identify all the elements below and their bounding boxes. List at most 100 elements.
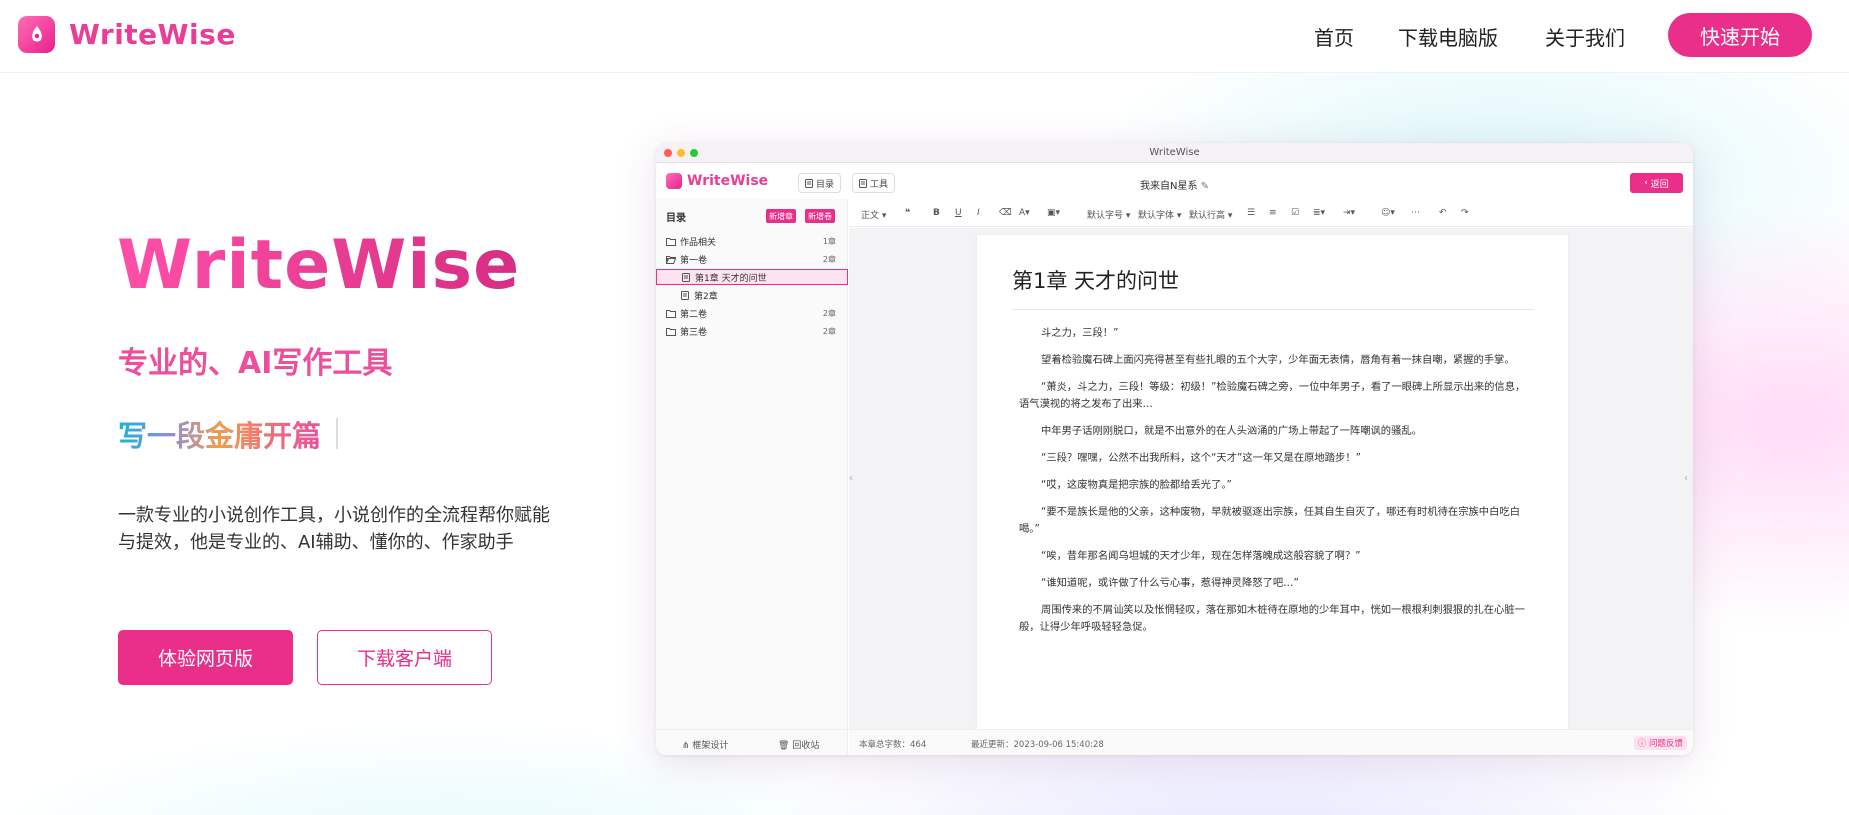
window-titlebar: WriteWise — [656, 143, 1693, 163]
tree-item-chapter-1[interactable]: 第1章 天才的问世 — [656, 269, 848, 285]
nav-download-link[interactable]: 下载电脑版 — [1398, 22, 1498, 51]
file-icon — [681, 290, 689, 300]
tree-item-count: 2章 — [822, 326, 836, 336]
paragraph: “谁知道呢，或许做了什么亏心事，惹得神灵降怒了吧…” — [1041, 577, 1299, 589]
hero-title: WriteWise — [117, 226, 521, 305]
editor-area: 第1章 天才的问世 斗之力，三段！” 望着检验魔石碑上面闪亮得甚至有些扎眼的五个… — [849, 228, 1693, 729]
feedback-label: 问题反馈 — [1648, 739, 1683, 749]
window-title: WriteWise — [1149, 147, 1200, 158]
numbered-list-icon[interactable]: ≡ — [1269, 208, 1277, 218]
paragraph-style-value: 正文 — [861, 211, 880, 221]
redo-icon[interactable]: ↷ — [1461, 208, 1469, 218]
new-volume-button[interactable]: 新增卷 — [805, 209, 835, 223]
quick-start-button[interactable]: 快速开始 — [1668, 13, 1812, 57]
bullet-list-icon[interactable]: ☰ — [1247, 208, 1255, 218]
paragraph: “萧炎，斗之力，三段！等级：初级！”检验魔石碑之旁，一位中年男子，看了一眼碑上所… — [1019, 381, 1526, 410]
chapter-title[interactable]: 第1章 天才的问世 — [1012, 265, 1179, 295]
sidebar-footer: ⋔ 框架设计 🗑 回收站 — [656, 729, 848, 755]
paragraph: 周围传来的不屑讪笑以及怅惘轻叹，落在那如木桩待在原地的少年耳中，恍如一根根利刺狠… — [1019, 604, 1525, 633]
bold-icon[interactable]: B — [933, 208, 940, 218]
divider-icon[interactable]: ⋯ — [1411, 208, 1420, 218]
tree-item-count: 2章 — [822, 308, 836, 318]
checkbox-icon[interactable]: ☑ — [1291, 208, 1299, 218]
try-web-button[interactable]: 体验网页版 — [118, 630, 293, 685]
line-height-value: 默认行高 — [1189, 211, 1226, 221]
tree-item-volume-3[interactable]: 第三卷 2章 — [656, 323, 848, 339]
chapter-sidebar: 目录 新增章 新增卷 作品相关 1章 第一卷 2章 第1章 天才的问世 第2章 … — [656, 199, 848, 755]
italic-icon[interactable]: I — [977, 208, 980, 218]
underline-icon[interactable]: U — [955, 208, 962, 218]
hero-description: 一款专业的小说创作工具，小说创作的全流程帮你赋能与提效，他是专业的、AI辅助、懂… — [118, 505, 550, 553]
site-logo[interactable]: WriteWise — [18, 16, 236, 53]
quote-icon[interactable]: ❝ — [905, 208, 910, 218]
status-bar: 本章总字数：464 最近更新：2023-09-06 15:40:28 ⓘ 问题反… — [849, 729, 1693, 755]
paragraph: “唉，昔年那名闻乌坦城的天才少年，现在怎样落魄成这般容貌了啊？” — [1041, 550, 1361, 562]
logo-text: WriteWise — [69, 18, 236, 51]
align-icon[interactable]: ≣▾ — [1313, 208, 1325, 218]
font-size-select[interactable]: 默认字号 ▾ — [1087, 208, 1130, 221]
paragraph: “三段？嘿嘿，公然不出我所料，这个“天才”这一年又是在原地踏步！” — [1041, 452, 1361, 464]
framework-design-label: 框架设计 — [692, 741, 729, 751]
paragraph: “要不是族长是他的父亲，这种废物，早就被驱逐出宗族，任其自生自灭了，哪还有时机待… — [1019, 506, 1520, 535]
framework-design-button[interactable]: ⋔ 框架设计 — [682, 738, 728, 751]
tree-item-label: 第二卷 — [680, 309, 708, 320]
quill-logo-icon — [18, 16, 55, 53]
tree-item-label: 作品相关 — [680, 237, 717, 248]
tree-item-volume-1[interactable]: 第一卷 2章 — [656, 251, 848, 267]
sidebar-title: 目录 — [666, 213, 686, 224]
edit-pencil-icon[interactable]: ✎ — [1201, 181, 1209, 192]
tree-item-count: 1章 — [822, 236, 836, 246]
tree-item-label: 第一卷 — [680, 255, 708, 266]
eraser-icon[interactable]: ⌫ — [999, 208, 1012, 218]
last-updated: 最近更新：2023-09-06 15:40:28 — [971, 740, 1104, 750]
typing-caret — [336, 418, 338, 449]
nav-home-link[interactable]: 首页 — [1314, 22, 1354, 51]
folder-icon — [666, 309, 676, 318]
hero-subtitle: 专业的、AI写作工具 — [118, 346, 393, 381]
folder-icon — [666, 327, 676, 336]
trash-icon: 🗑 — [778, 741, 790, 751]
collapse-right-icon[interactable]: ‹ — [1684, 473, 1688, 484]
hero-typing-text: 写一段金庸开篇 — [118, 413, 321, 455]
font-family-value: 默认字体 — [1138, 211, 1175, 221]
editor-page[interactable]: 第1章 天才的问世 斗之力，三段！” 望着检验魔石碑上面闪亮得甚至有些扎眼的五个… — [977, 235, 1568, 729]
app-header: WriteWise 目录 工具 我来自N星系 ✎ ‹ 返回 — [656, 163, 1693, 199]
line-height-select[interactable]: 默认行高 ▾ — [1189, 208, 1232, 221]
doc-title[interactable]: 我来自N星系 ✎ — [656, 177, 1693, 192]
back-button[interactable]: ‹ 返回 — [1630, 173, 1683, 193]
tree-item-count: 2章 — [822, 254, 836, 264]
chevron-left-icon: ‹ — [1644, 178, 1648, 188]
app-screenshot-window: WriteWise WriteWise 目录 工具 我来自N星系 ✎ ‹ 返回 … — [656, 143, 1693, 755]
indent-icon[interactable]: ⇥▾ — [1343, 208, 1355, 218]
tree-item-works[interactable]: 作品相关 1章 — [656, 233, 848, 249]
folder-icon — [666, 237, 676, 246]
highlight-icon[interactable]: ▣▾ — [1047, 208, 1060, 218]
undo-icon[interactable]: ↶ — [1439, 208, 1447, 218]
font-family-select[interactable]: 默认字体 ▾ — [1138, 208, 1181, 221]
collapse-left-icon[interactable]: ‹ — [849, 473, 853, 484]
feedback-button[interactable]: ⓘ 问题反馈 — [1633, 736, 1687, 750]
download-client-button[interactable]: 下载客户端 — [317, 630, 492, 685]
doc-title-text: 我来自N星系 — [1139, 181, 1198, 192]
back-button-label: 返回 — [1650, 179, 1669, 190]
font-color-icon[interactable]: A▾ — [1019, 208, 1030, 218]
top-navbar: WriteWise 首页 下载电脑版 关于我们 快速开始 — [0, 0, 1849, 73]
nav-about-link[interactable]: 关于我们 — [1545, 22, 1625, 51]
paragraph: 中年男子话刚刚脱口，就是不出意外的在人头汹涌的广场上带起了一阵嘲讽的骚乱。 — [1041, 425, 1422, 437]
word-count: 本章总字数：464 — [859, 740, 927, 750]
new-chapter-button[interactable]: 新增章 — [766, 209, 796, 223]
tree-item-chapter-2[interactable]: 第2章 — [656, 287, 848, 303]
tree-item-label: 第1章 天才的问世 — [695, 273, 767, 284]
tree-item-label: 第三卷 — [680, 327, 708, 338]
emoji-icon[interactable]: ☺▾ — [1381, 208, 1395, 218]
font-size-value: 默认字号 — [1087, 211, 1124, 221]
chapter-body[interactable]: 斗之力，三段！” 望着检验魔石碑上面闪亮得甚至有些扎眼的五个大字，少年面无表情，… — [1019, 325, 1527, 646]
trash-button[interactable]: 🗑 回收站 — [778, 738, 819, 751]
help-icon: ⓘ — [1637, 739, 1647, 749]
sitemap-icon: ⋔ — [682, 741, 690, 751]
paragraph: 望着检验魔石碑上面闪亮得甚至有些扎眼的五个大字，少年面无表情，唇角有着一抹自嘲，… — [1041, 354, 1515, 366]
paragraph-style-select[interactable]: 正文 ▾ — [861, 208, 886, 221]
tree-item-volume-2[interactable]: 第二卷 2章 — [656, 305, 848, 321]
paragraph: 斗之力，三段！” — [1041, 327, 1119, 339]
title-divider — [1012, 309, 1535, 310]
